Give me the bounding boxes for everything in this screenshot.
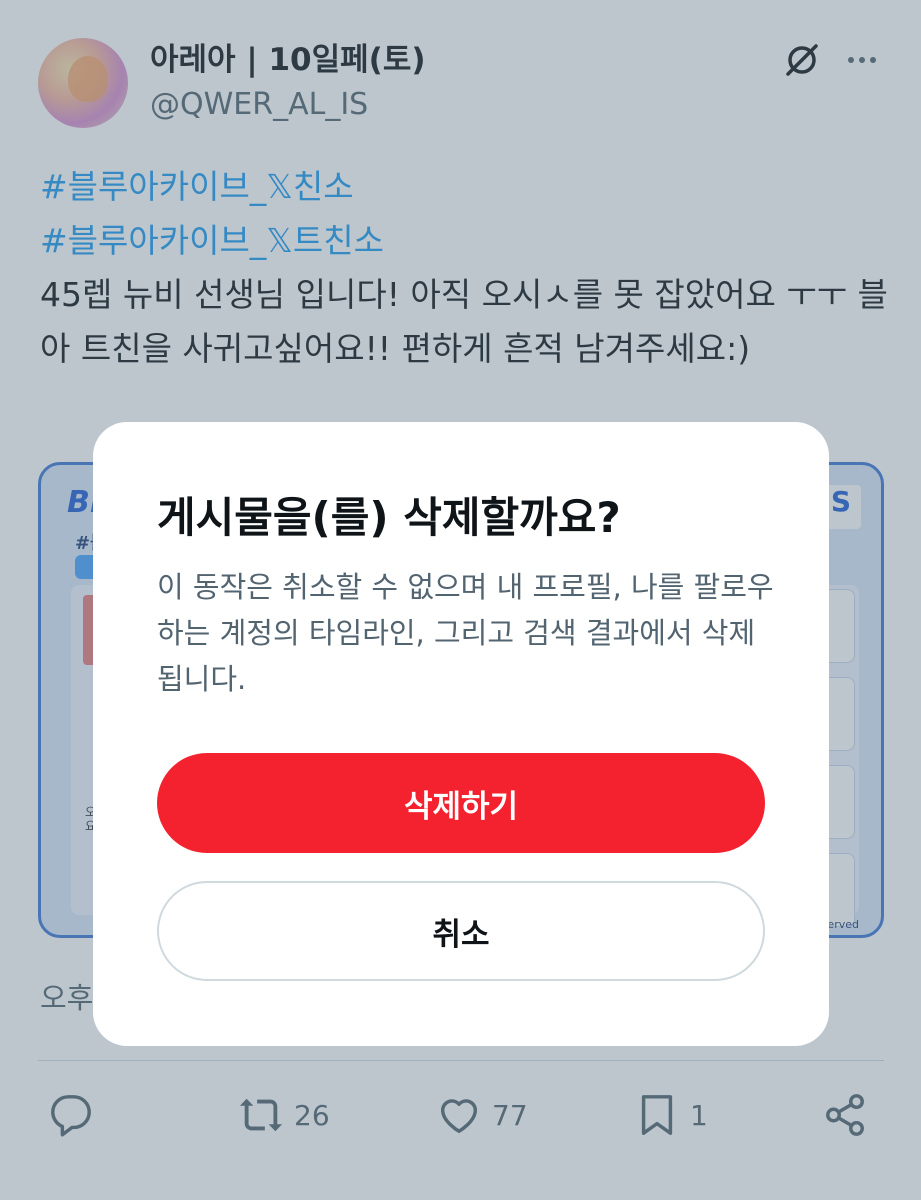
page: 아레아 | 10일페(토) @QWER_AL_IS #블루아카이브_𝕏친소 #블… xyxy=(0,0,921,1200)
dialog-description: 이 동작은 취소할 수 없으며 내 프로필, 나를 팔로우하는 계정의 타임라인… xyxy=(157,570,774,696)
delete-button[interactable]: 삭제하기 xyxy=(157,753,765,853)
delete-confirm-dialog: 게시물을(를) 삭제할까요? 이 동작은 취소할 수 없으며 내 프로필, 나를… xyxy=(93,422,829,1046)
dialog-title: 게시물을(를) 삭제할까요? xyxy=(157,493,621,542)
cancel-button[interactable]: 취소 xyxy=(157,881,765,981)
